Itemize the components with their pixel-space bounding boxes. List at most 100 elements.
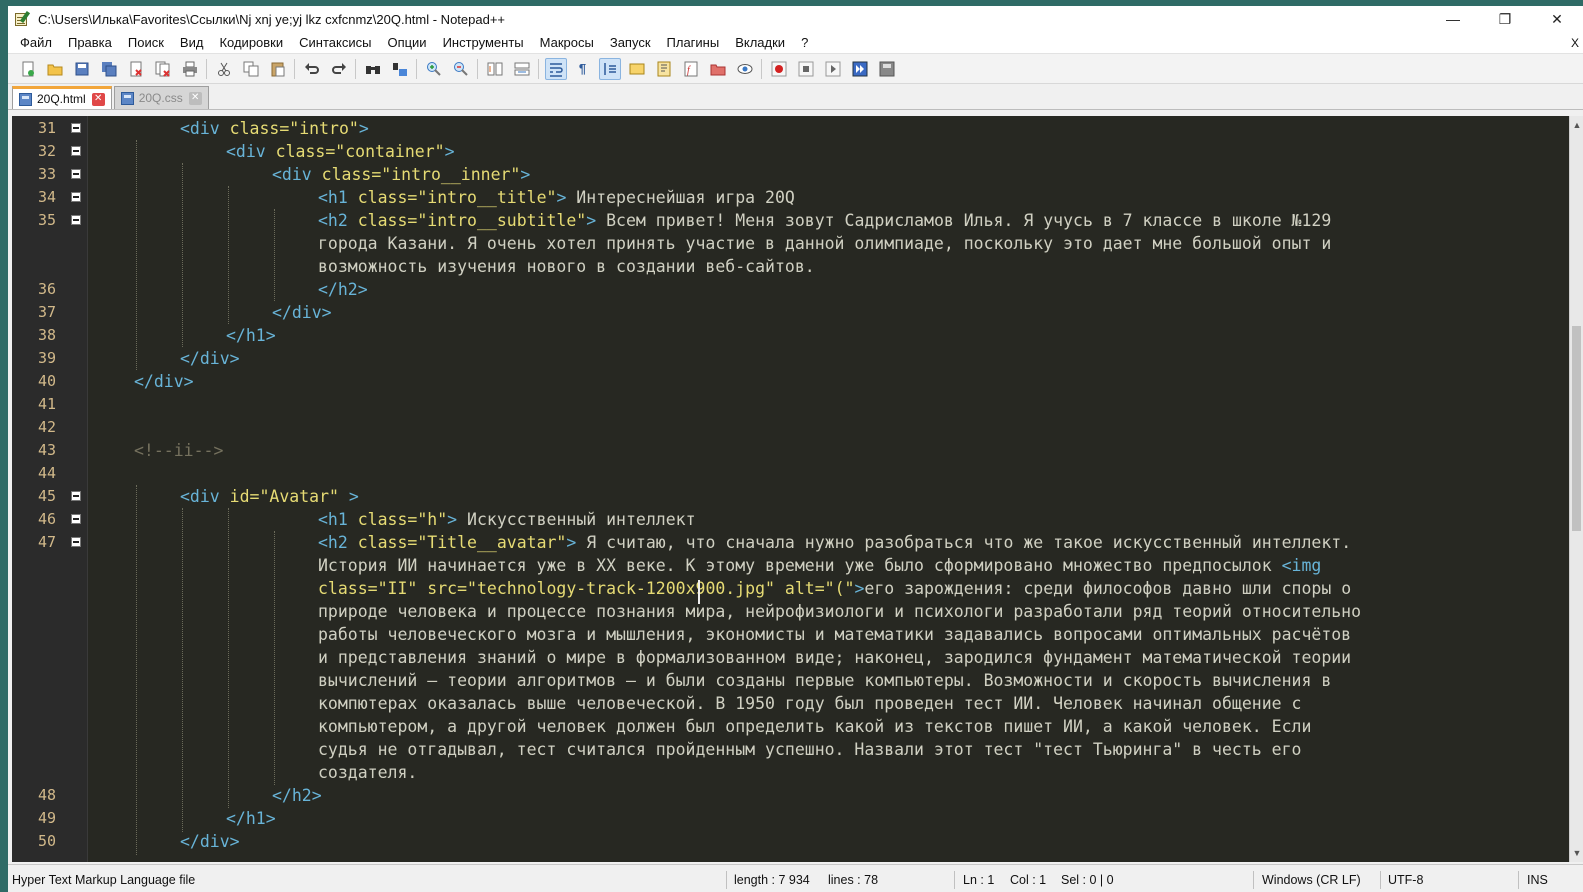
code-line: <h1 class="h"> Искусственный интеллект <box>318 510 696 529</box>
sync-vertical-icon[interactable] <box>484 58 506 80</box>
code-line-wrap: города Казани. Я очень хотел принять уча… <box>318 234 1332 253</box>
user-language-icon[interactable] <box>626 58 648 80</box>
indent-guide <box>182 508 183 832</box>
monitoring-icon[interactable] <box>734 58 756 80</box>
status-sel: Sel : 0 | 0 <box>1061 873 1114 887</box>
fold-collapse-icon[interactable] <box>71 192 81 202</box>
scroll-thumb[interactable] <box>1572 326 1581 531</box>
tab-close-icon[interactable]: ✕ <box>188 91 202 105</box>
maximize-button[interactable]: ❐ <box>1479 6 1531 32</box>
line-number: 31 <box>37 119 56 137</box>
code-editor[interactable]: 31 32 33 34 35 36 37 38 39 40 41 42 43 4… <box>12 116 1583 862</box>
code-line: <div class="intro__inner"> <box>272 165 531 184</box>
menu-view[interactable]: Вид <box>172 35 212 50</box>
document-icon <box>120 91 134 105</box>
cut-icon[interactable] <box>213 58 235 80</box>
menu-macro[interactable]: Макросы <box>532 35 602 50</box>
line-number: 47 <box>37 533 56 551</box>
sync-horizontal-icon[interactable] <box>511 58 533 80</box>
fold-collapse-icon[interactable] <box>71 491 81 501</box>
code-line: </h2> <box>318 280 368 299</box>
line-number: 34 <box>37 188 56 206</box>
copy-icon[interactable] <box>240 58 262 80</box>
close-all-icon[interactable] <box>152 58 174 80</box>
scroll-down-icon[interactable]: ▼ <box>1570 846 1583 860</box>
stop-record-icon[interactable] <box>795 58 817 80</box>
save-macro-icon[interactable] <box>876 58 898 80</box>
code-line-wrap: вычислений — теории алгоритмов — и были … <box>318 671 1332 690</box>
zoom-in-icon[interactable] <box>423 58 445 80</box>
menu-window[interactable]: Вкладки <box>727 35 793 50</box>
menu-help[interactable]: ? <box>793 35 816 50</box>
new-file-icon[interactable] <box>17 58 39 80</box>
code-line-wrap: История ИИ начинается уже в XX веке. К э… <box>318 556 1322 575</box>
status-lines: lines : 78 <box>828 873 879 887</box>
menu-tools[interactable]: Инструменты <box>435 35 532 50</box>
fold-collapse-icon[interactable] <box>71 169 81 179</box>
save-icon[interactable] <box>71 58 93 80</box>
redo-icon[interactable] <box>328 58 350 80</box>
menu-file[interactable]: Файл <box>12 35 60 50</box>
show-all-chars-icon[interactable]: ¶ <box>572 58 594 80</box>
window-title: C:\Users\Илька\Favorites\Ссылки\Nj xnj y… <box>38 11 506 27</box>
notepad-plus-plus-window: C:\Users\Илька\Favorites\Ссылки\Nj xnj y… <box>8 6 1583 892</box>
close-icon[interactable] <box>125 58 147 80</box>
menu-settings[interactable]: Опции <box>379 35 434 50</box>
code-text-area[interactable]: <div class="intro"> <div class="containe… <box>88 116 1569 862</box>
menu-language[interactable]: Синтаксисы <box>291 35 379 50</box>
fold-collapse-icon[interactable] <box>71 146 81 156</box>
fold-collapse-icon[interactable] <box>71 537 81 547</box>
code-line-wrap: создателя. <box>318 763 418 782</box>
indent-guide <box>228 508 229 808</box>
menu-run[interactable]: Запуск <box>602 35 659 50</box>
menu-edit[interactable]: Правка <box>60 35 120 50</box>
menu-close-doc[interactable]: X <box>1571 36 1579 50</box>
tab-20q-html[interactable]: 20Q.html ✕ <box>12 86 112 109</box>
status-insert-mode[interactable]: INS <box>1527 873 1548 887</box>
fold-collapse-icon[interactable] <box>71 514 81 524</box>
folder-workspace-icon[interactable] <box>707 58 729 80</box>
function-list-icon[interactable]: f <box>680 58 702 80</box>
close-button[interactable]: ✕ <box>1531 6 1583 32</box>
replace-icon[interactable] <box>389 58 411 80</box>
tab-20q-css[interactable]: 20Q.css ✕ <box>113 86 209 109</box>
code-line: <div id="Avatar" > <box>180 487 359 506</box>
menu-search[interactable]: Поиск <box>120 35 172 50</box>
scroll-up-icon[interactable]: ▲ <box>1570 118 1583 132</box>
line-number: 42 <box>37 418 56 436</box>
run-macro-multiple-icon[interactable] <box>849 58 871 80</box>
code-line-wrap: работы человеческого мозга и мышления, э… <box>318 625 1352 644</box>
line-number: 32 <box>37 142 56 160</box>
paste-icon[interactable] <box>267 58 289 80</box>
print-icon[interactable] <box>179 58 201 80</box>
indent-guide <box>274 209 275 301</box>
fold-collapse-icon[interactable] <box>71 215 81 225</box>
zoom-out-icon[interactable] <box>450 58 472 80</box>
undo-icon[interactable] <box>301 58 323 80</box>
code-line-wrap: class="II" src="technology-track-1200x90… <box>318 579 1352 598</box>
fold-collapse-icon[interactable] <box>71 123 81 133</box>
find-icon[interactable] <box>362 58 384 80</box>
word-wrap-icon[interactable] <box>544 57 567 80</box>
save-all-icon[interactable] <box>98 58 120 80</box>
code-line: </div> <box>180 349 240 368</box>
status-file-type: Hyper Text Markup Language file <box>12 873 196 887</box>
text-cursor-icon <box>698 580 700 604</box>
code-comment: <!--ii--> <box>134 441 224 460</box>
document-map-icon[interactable] <box>653 58 675 80</box>
code-line-wrap: компьютером, а другой человек должен был… <box>318 717 1312 736</box>
notepad-app-icon <box>14 10 31 27</box>
minimize-button[interactable]: — <box>1427 6 1479 32</box>
indent-guide-icon[interactable] <box>598 57 621 80</box>
play-macro-icon[interactable] <box>822 58 844 80</box>
document-icon <box>19 92 32 106</box>
code-line: </div> <box>272 303 332 322</box>
tab-close-icon[interactable]: ✕ <box>91 92 105 106</box>
open-file-icon[interactable] <box>44 58 66 80</box>
line-number-gutter: 31 32 33 34 35 36 37 38 39 40 41 42 43 4… <box>12 116 66 862</box>
vertical-scrollbar[interactable]: ▲ ▼ <box>1569 116 1583 862</box>
menu-plugins[interactable]: Плагины <box>659 35 728 50</box>
record-macro-icon[interactable] <box>768 58 790 80</box>
menu-encoding[interactable]: Кодировки <box>211 35 291 50</box>
line-number: 37 <box>37 303 56 321</box>
